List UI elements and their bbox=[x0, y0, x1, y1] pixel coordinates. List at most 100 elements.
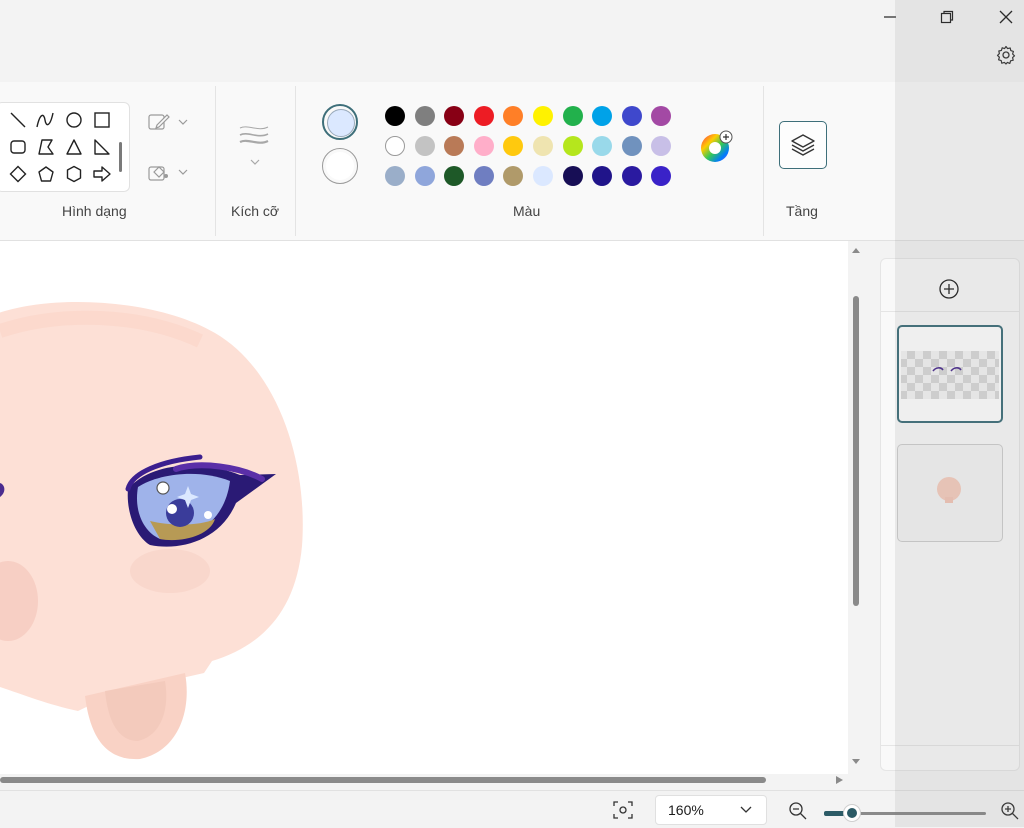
color-swatch[interactable] bbox=[503, 106, 524, 126]
color-swatch[interactable] bbox=[621, 106, 642, 126]
color-swatch[interactable] bbox=[533, 136, 553, 156]
color-swatch[interactable] bbox=[562, 106, 583, 126]
panel-divider bbox=[881, 311, 1019, 312]
outline-pen-icon bbox=[148, 114, 170, 130]
color-swatch[interactable] bbox=[621, 166, 642, 186]
vertical-scrollbar[interactable] bbox=[848, 241, 864, 774]
brush-size-button[interactable] bbox=[238, 122, 272, 172]
settings-button[interactable] bbox=[993, 42, 1019, 68]
restore-icon bbox=[940, 10, 954, 24]
fill-bucket-icon bbox=[148, 166, 168, 181]
ribbon-divider bbox=[295, 86, 296, 236]
edit-colors-button[interactable] bbox=[700, 130, 734, 164]
zoom-in-icon bbox=[1001, 802, 1019, 820]
shape-triangle[interactable] bbox=[63, 136, 85, 158]
zoom-out-icon bbox=[789, 802, 807, 820]
color-swatch[interactable] bbox=[562, 136, 583, 156]
layers-group-label: Tầng bbox=[786, 203, 818, 219]
color-swatch[interactable] bbox=[592, 106, 613, 126]
shape-diamond[interactable] bbox=[7, 163, 29, 185]
color-swatch[interactable] bbox=[414, 106, 435, 126]
title-bar bbox=[0, 0, 1024, 82]
shapes-scrollbar[interactable] bbox=[119, 142, 122, 172]
right-arrow-shape-icon bbox=[93, 166, 111, 182]
status-bar: 160% bbox=[0, 790, 1024, 828]
color-swatch[interactable] bbox=[651, 136, 672, 156]
add-layer-icon bbox=[939, 279, 959, 299]
ribbon-divider bbox=[763, 86, 764, 236]
color-swatch[interactable] bbox=[385, 106, 405, 126]
color1-selector[interactable] bbox=[322, 104, 358, 140]
polygon-shape-icon bbox=[38, 139, 54, 155]
drawing-canvas[interactable] bbox=[0, 241, 848, 774]
color-swatch[interactable] bbox=[503, 166, 524, 186]
color-swatch[interactable] bbox=[651, 106, 672, 126]
scroll-down-icon bbox=[852, 759, 860, 764]
color-swatch[interactable] bbox=[562, 166, 583, 186]
hexagon-shape-icon bbox=[66, 165, 82, 183]
right-triangle-shape-icon bbox=[94, 139, 110, 155]
color-swatch[interactable] bbox=[651, 166, 672, 186]
shape-right-arrow[interactable] bbox=[91, 163, 113, 185]
color2-selector[interactable] bbox=[322, 148, 358, 184]
layer-1[interactable] bbox=[897, 325, 1003, 423]
close-icon bbox=[999, 10, 1013, 24]
zoom-out-button[interactable] bbox=[788, 801, 808, 821]
minimize-button[interactable] bbox=[870, 2, 910, 32]
color-swatch[interactable] bbox=[385, 166, 405, 186]
shape-hexagon[interactable] bbox=[63, 163, 85, 185]
shape-fill-dropdown[interactable] bbox=[148, 158, 196, 186]
restore-button[interactable] bbox=[927, 2, 967, 32]
color-swatch[interactable] bbox=[473, 106, 494, 126]
color-swatch[interactable] bbox=[414, 166, 435, 186]
fit-to-window-icon bbox=[613, 801, 633, 819]
zoom-level-value: 160% bbox=[668, 802, 704, 818]
chevron-down-icon bbox=[740, 806, 752, 813]
rectangle-shape-icon bbox=[94, 112, 110, 128]
color-swatch[interactable] bbox=[473, 136, 494, 156]
shape-rounded-rectangle[interactable] bbox=[7, 136, 29, 158]
zoom-slider-thumb[interactable] bbox=[842, 804, 861, 822]
horizontal-scrollbar[interactable] bbox=[0, 774, 848, 788]
color-swatch[interactable] bbox=[621, 136, 642, 156]
color2-swatch bbox=[326, 152, 354, 180]
close-button[interactable] bbox=[986, 2, 1024, 32]
horizontal-scrollbar-graphic bbox=[0, 776, 843, 784]
color-swatch[interactable] bbox=[414, 136, 435, 156]
layer-2-preview bbox=[937, 477, 961, 503]
shape-pentagon[interactable] bbox=[35, 163, 57, 185]
shape-polygon[interactable] bbox=[35, 136, 57, 158]
pentagon-shape-icon bbox=[38, 166, 54, 182]
gear-icon bbox=[996, 45, 1016, 65]
shapes-group-label: Hình dạng bbox=[62, 203, 127, 219]
rounded-rectangle-shape-icon bbox=[10, 140, 26, 154]
shape-line[interactable] bbox=[7, 109, 29, 131]
oval-shape-icon bbox=[66, 112, 82, 128]
color-swatch[interactable] bbox=[385, 136, 405, 156]
shape-outline-dropdown[interactable] bbox=[148, 108, 196, 136]
zoom-in-button[interactable] bbox=[1000, 801, 1020, 821]
diamond-shape-icon bbox=[9, 165, 27, 183]
color-swatch[interactable] bbox=[592, 166, 613, 186]
shape-curve[interactable] bbox=[34, 109, 56, 131]
shape-rectangle[interactable] bbox=[91, 109, 113, 131]
color-swatch[interactable] bbox=[444, 136, 465, 156]
layers-button[interactable] bbox=[779, 121, 827, 169]
color-swatch[interactable] bbox=[473, 166, 494, 186]
ribbon-toolbar: Hình dạng Kích cỡ Màu Tầng bbox=[0, 82, 1024, 241]
color-swatch[interactable] bbox=[533, 166, 553, 186]
fit-to-window-button[interactable] bbox=[612, 800, 634, 822]
color-swatch[interactable] bbox=[503, 136, 524, 156]
add-layer-button[interactable] bbox=[938, 278, 962, 302]
shape-oval[interactable] bbox=[63, 109, 85, 131]
layer-2[interactable] bbox=[897, 444, 1003, 542]
color-swatch[interactable] bbox=[533, 106, 553, 126]
vertical-scrollbar-graphic bbox=[852, 248, 860, 764]
chevron-down-icon bbox=[178, 119, 188, 125]
colors-group-label: Màu bbox=[513, 203, 541, 219]
color-swatch[interactable] bbox=[592, 136, 613, 156]
zoom-level-dropdown[interactable]: 160% bbox=[655, 795, 767, 825]
color-swatch[interactable] bbox=[444, 106, 465, 126]
color-swatch[interactable] bbox=[444, 166, 465, 186]
shape-right-triangle[interactable] bbox=[91, 136, 113, 158]
